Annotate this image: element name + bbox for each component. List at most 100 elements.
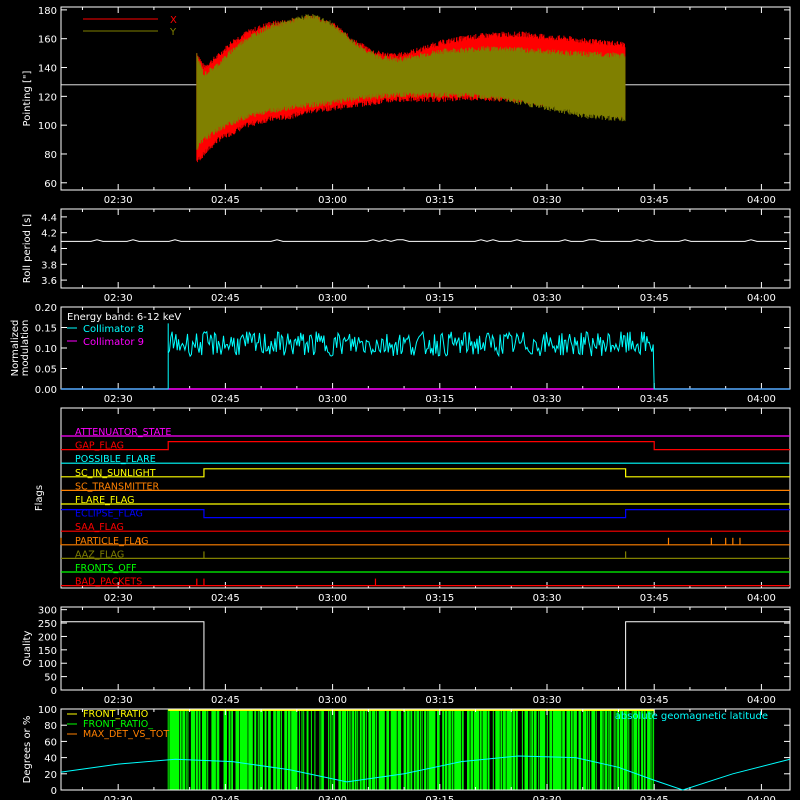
flags-series-label: FRONTS_OFF [75,563,137,574]
roll-period-ytick-label: 3.6 [41,276,57,287]
modulation-ytick-label: 0.10 [35,344,57,355]
roll-period-ytick-label: 4.2 [41,229,57,240]
flags-series-line [61,509,790,519]
pointing-ytick-label: 160 [38,35,57,46]
roll-period-ytick-label: 4 [51,245,57,256]
quality-ytick-label: 200 [38,632,57,643]
pointing-xtick-label: 03:15 [425,195,454,206]
geomagnetic-xtick-label: 03:00 [318,795,347,800]
geomagnetic-ytick-label: 100 [38,705,57,716]
modulation-ytick-label: 0.05 [35,365,57,376]
modulation-xtick-label: 02:45 [211,394,240,405]
quality-xtick-label: 03:00 [318,695,347,706]
geomagnetic-xtick-label: 02:30 [104,795,133,800]
quality-line [61,621,790,691]
flags-xtick-label: 02:45 [211,593,240,604]
flags-series-label: SAA_FLAG [75,522,124,533]
roll-period-ylabel: Roll period [s] [22,214,33,283]
modulation-legend-label: Collimator 9 [83,337,144,348]
flags-series-label: FLARE_FLAG [75,495,135,506]
flags-series-label: ECLIPSE_FLAG [75,509,143,520]
flags-xtick-label: 03:30 [533,593,562,604]
modulation-series-collimator-8 [61,323,790,390]
modulation-ytick-label: 0.00 [35,385,57,396]
pointing-xtick-label: 03:45 [640,195,669,206]
geomagnetic-xtick-label: 03:30 [533,795,562,800]
modulation-ylabel: modulation [20,320,31,377]
flags-xtick-label: 02:30 [104,593,133,604]
pointing-ytick-label: 100 [38,121,57,132]
modulation-xtick-label: 03:45 [640,394,669,405]
modulation-xtick-label: 03:15 [425,394,454,405]
pointing-xtick-label: 02:45 [211,195,240,206]
modulation-ytick-label: 0.15 [35,324,57,335]
pointing-ytick-label: 80 [44,150,57,161]
pointing-ytick-label: 180 [38,6,57,17]
pointing-xtick-label: 02:30 [104,195,133,206]
quality-xtick-label: 02:45 [211,695,240,706]
geomagnetic-xtick-label: 04:00 [747,795,776,800]
flags-series-label: SC_TRANSMITTER [75,481,160,492]
roll-period-xtick-label: 03:45 [640,293,669,304]
quality-ytick-label: 300 [38,606,57,617]
pointing-xtick-label: 03:30 [533,195,562,206]
geomagnetic-ytick-label: 20 [44,770,57,781]
roll-period-xtick-label: 02:45 [211,293,240,304]
geomagnetic-ytick-label: 60 [44,737,57,748]
quality-ylabel: Quality [22,631,33,667]
roll-period-ytick-label: 4.4 [41,213,57,224]
pointing-ytick-label: 60 [44,179,57,190]
flags-series-label: GAP_FLAG [75,441,124,452]
roll-period-frame [60,208,791,289]
flags-series-label: SC_IN_SUNLIGHT [75,468,156,479]
roll-period-xtick-label: 04:00 [747,293,776,304]
geomagnetic-xtick-label: 02:45 [211,795,240,800]
quality-ytick-label: 100 [38,659,57,670]
pointing-series-Y [196,14,626,150]
roll-period-ytick-label: 3.8 [41,260,57,271]
flags-xtick-label: 04:00 [747,593,776,604]
modulation-xtick-label: 03:30 [533,394,562,405]
pointing-xtick-label: 03:00 [318,195,347,206]
roll-period-xtick-label: 03:15 [425,293,454,304]
geomagnetic-ytick-label: 0 [51,786,57,797]
geomagnetic-ytick-label: 80 [44,721,57,732]
quality-ytick-label: 0 [51,686,57,697]
flags-xtick-label: 03:15 [425,593,454,604]
roll-period-line [61,239,787,242]
pointing-ytick-label: 120 [38,92,57,103]
quality-xtick-label: 02:30 [104,695,133,706]
roll-period-xtick-label: 03:30 [533,293,562,304]
geomagnetic-xtick-label: 03:15 [425,795,454,800]
flags-xtick-label: 03:45 [640,593,669,604]
roll-period-xtick-label: 02:30 [104,293,133,304]
geomagnetic-legend-label: MAX_DET_VS_TOT [83,729,169,740]
flags-series-line [61,468,790,478]
flags-series-label: BAD_PACKETS [75,577,142,588]
modulation-legend-label: Collimator 8 [83,324,144,335]
modulation-ytick-label: 0.20 [35,303,57,314]
quality-xtick-label: 03:15 [425,695,454,706]
quality-frame [60,606,791,691]
flags-series-label: POSSIBLE_FLARE [75,454,156,465]
flags-series-label: PARTICLE_FLAG [75,536,148,547]
flags-xtick-label: 03:00 [318,593,347,604]
modulation-xtick-label: 04:00 [747,394,776,405]
modulation-xtick-label: 02:30 [104,394,133,405]
flags-series-label: AAZ_FLAG [75,549,124,560]
modulation-xtick-label: 03:00 [318,394,347,405]
quality-xtick-label: 03:45 [640,695,669,706]
quality-ytick-label: 50 [44,673,57,684]
flags-series-line [61,441,790,451]
geomagnetic-xtick-label: 03:45 [640,795,669,800]
geomagnetic-ylabel: Degrees or % [22,716,33,784]
geomagnetic-band [167,709,655,790]
geomagnetic-ytick-label: 40 [44,754,57,765]
flags-ylabel: Flags [34,485,45,511]
pointing-legend-label: Y [169,27,177,38]
quality-ytick-label: 250 [38,619,57,630]
roll-period-xtick-label: 03:00 [318,293,347,304]
pointing-ytick-label: 140 [38,64,57,75]
modulation-annotation: Energy band: 6-12 keV [67,312,181,323]
quality-xtick-label: 03:30 [533,695,562,706]
